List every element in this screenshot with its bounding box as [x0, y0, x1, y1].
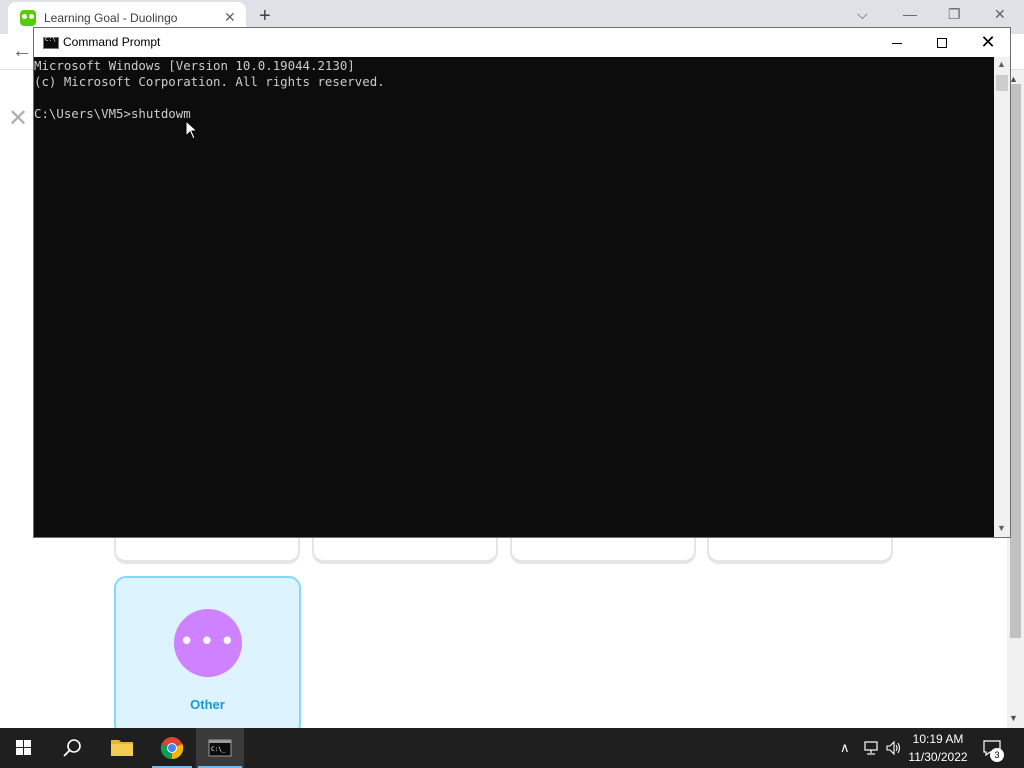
page-close-icon[interactable]: ✕: [8, 106, 28, 132]
new-tab-button[interactable]: +: [259, 5, 271, 27]
cmd-scrollbar[interactable]: ▲ ▼: [994, 57, 1010, 537]
tab-title: Learning Goal - Duolingo: [44, 11, 178, 25]
cmd-taskbar-item[interactable]: C:\_: [196, 728, 244, 768]
back-arrow-icon[interactable]: ←: [12, 41, 32, 61]
cmd-minimize-button[interactable]: [874, 28, 920, 57]
cmd-title-bar[interactable]: Command Prompt ✕: [34, 28, 1010, 57]
cmd-close-button[interactable]: ✕: [965, 28, 1011, 57]
cmd-console[interactable]: Microsoft Windows [Version 10.0.19044.21…: [34, 57, 994, 537]
cmd-maximize-button[interactable]: [919, 28, 965, 57]
search-icon: [63, 739, 81, 757]
goal-option-other[interactable]: • • • Other: [114, 576, 301, 736]
cmd-window-title: Command Prompt: [63, 35, 161, 49]
page-scroll-thumb[interactable]: [1010, 84, 1021, 638]
tab-search-icon[interactable]: ⌵: [857, 6, 868, 22]
goal-option-label: Other: [190, 697, 225, 712]
console-command-line: C:\Users\VM5>shutdowm: [34, 106, 191, 121]
tab-close-icon[interactable]: ✕: [224, 9, 236, 25]
duolingo-favicon-icon: [20, 10, 36, 26]
windows-logo-icon: [16, 740, 31, 755]
start-button[interactable]: [0, 728, 48, 768]
cmd-scroll-thumb[interactable]: [996, 75, 1008, 91]
browser-restore-button[interactable]: ❐: [948, 6, 961, 22]
file-explorer-taskbar-item[interactable]: [98, 728, 146, 768]
show-hidden-icons-chevron-icon[interactable]: ∧: [840, 740, 850, 756]
more-dots-icon: • • •: [174, 609, 242, 677]
chrome-icon: [160, 737, 184, 760]
browser-close-button[interactable]: ✕: [994, 6, 1006, 22]
mouse-pointer-icon: [185, 119, 199, 145]
page-scroll-down-icon[interactable]: ▼: [1009, 713, 1018, 723]
taskbar-clock-time[interactable]: 10:19 AM: [906, 732, 970, 746]
search-button[interactable]: [48, 728, 96, 768]
windows-taskbar: C:\_ ∧ 10:19 AM 11/30/2022: [0, 728, 1024, 768]
command-prompt-icon: C:\_: [208, 739, 232, 757]
folder-icon: [111, 740, 133, 756]
volume-icon[interactable]: [885, 740, 903, 756]
svg-text:C:\_: C:\_: [211, 746, 226, 753]
command-prompt-window: Command Prompt ✕ Microsoft Windows [Vers…: [33, 27, 1011, 538]
chrome-taskbar-item[interactable]: [148, 728, 196, 768]
taskbar-clock-date[interactable]: 11/30/2022: [906, 750, 970, 764]
console-line: Microsoft Windows [Version 10.0.19044.21…: [34, 58, 355, 73]
cmd-scroll-up-icon[interactable]: ▲: [997, 59, 1006, 69]
network-icon[interactable]: [862, 740, 880, 756]
browser-minimize-button[interactable]: —: [903, 6, 917, 22]
cmd-app-icon: [43, 36, 59, 49]
console-line: (c) Microsoft Corporation. All rights re…: [34, 74, 385, 89]
cmd-scroll-down-icon[interactable]: ▼: [997, 523, 1006, 533]
notification-count-badge: 3: [990, 748, 1004, 762]
